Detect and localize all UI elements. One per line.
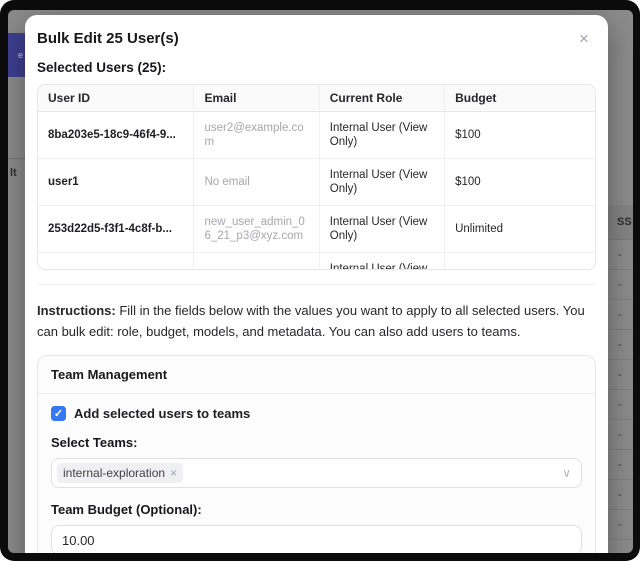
teams-multiselect[interactable]: internal-exploration × ∨ xyxy=(51,458,582,488)
background-table-cell: - xyxy=(608,300,633,330)
background-table-cell: - xyxy=(608,450,633,480)
cell-budget: Unlimited xyxy=(445,253,595,271)
column-header-budget: Budget xyxy=(445,85,595,112)
table-row: 5dbd2335-cdd6-47ca-b... inter Internal U… xyxy=(38,253,595,271)
background-table-cell: - xyxy=(608,510,633,540)
table-header-row: User ID Email Current Role Budget xyxy=(38,85,595,112)
cell-user-id: 8ba203e5-18c9-46f4-9... xyxy=(38,112,194,159)
cell-email: user2@example.com xyxy=(194,112,319,159)
cell-email: inter xyxy=(194,253,319,271)
checkbox-label[interactable]: Add selected users to teams xyxy=(74,406,250,421)
bulk-edit-modal: Bulk Edit 25 User(s) × Selected Users (2… xyxy=(25,15,608,553)
background-text-fragment: lt xyxy=(10,167,17,179)
cell-budget: $100 xyxy=(445,112,595,159)
cell-role: Internal User (View Only) xyxy=(319,159,444,206)
selected-team-tag: internal-exploration × xyxy=(57,463,183,483)
team-budget-label: Team Budget (Optional): xyxy=(51,502,582,517)
close-icon[interactable]: × xyxy=(574,29,594,49)
cell-email: No email xyxy=(194,159,319,206)
team-budget-input[interactable] xyxy=(51,525,582,553)
team-management-card: Team Management ✓ Add selected users to … xyxy=(37,355,596,553)
team-tag-label: internal-exploration xyxy=(63,466,165,480)
background-table-fragment: SS ----------- xyxy=(608,10,633,553)
checkbox-checked-icon[interactable]: ✓ xyxy=(51,406,66,421)
team-management-heading: Team Management xyxy=(38,356,595,394)
table-row: user1 No email Internal User (View Only)… xyxy=(38,159,595,206)
background-table-cell: - xyxy=(608,330,633,360)
background-table-cell: - xyxy=(608,480,633,510)
team-management-body: ✓ Add selected users to teams Select Tea… xyxy=(38,394,595,553)
table-row: 253d22d5-f3f1-4c8f-b... new_user_admin_0… xyxy=(38,206,595,253)
instructions-label: Instructions: xyxy=(37,303,116,318)
background-table-cell: - xyxy=(608,420,633,450)
background-table-cell: - xyxy=(608,540,633,553)
cell-role: Internal User (View Only) xyxy=(319,253,444,271)
table-row: 8ba203e5-18c9-46f4-9... user2@example.co… xyxy=(38,112,595,159)
background-table-rows: ----------- xyxy=(608,240,633,553)
cell-user-id: user1 xyxy=(38,159,194,206)
cell-user-id: 5dbd2335-cdd6-47ca-b... xyxy=(38,253,194,271)
remove-team-icon[interactable]: × xyxy=(170,466,177,480)
cell-user-id: 253d22d5-f3f1-4c8f-b... xyxy=(38,206,194,253)
cell-role: Internal User (View Only) xyxy=(319,112,444,159)
dimmed-backdrop: e lt SS ----------- Bulk Edit 25 User(s)… xyxy=(8,10,633,553)
background-column-header: SS xyxy=(608,205,633,240)
cell-role: Internal User (View Only) xyxy=(319,206,444,253)
background-table-cell: - xyxy=(608,240,633,270)
column-header-current-role: Current Role xyxy=(319,85,444,112)
cell-email: new_user_admin_06_21_p3@xyz.com xyxy=(194,206,319,253)
window-frame: e lt SS ----------- Bulk Edit 25 User(s)… xyxy=(0,0,640,561)
chevron-down-icon[interactable]: ∨ xyxy=(562,466,571,480)
background-table-cell: - xyxy=(608,270,633,300)
background-button-fragment: e xyxy=(8,33,25,77)
background-table-cell: - xyxy=(608,360,633,390)
background-table-cell: - xyxy=(608,390,633,420)
instructions-text: Instructions: Fill in the fields below w… xyxy=(37,300,596,342)
selected-users-heading: Selected Users (25): xyxy=(37,60,596,75)
add-users-to-teams-checkbox-row[interactable]: ✓ Add selected users to teams xyxy=(51,406,582,421)
cell-budget: Unlimited xyxy=(445,206,595,253)
modal-header: Bulk Edit 25 User(s) × xyxy=(37,30,596,47)
selected-users-table: User ID Email Current Role Budget 8ba203… xyxy=(37,84,596,270)
column-header-email: Email xyxy=(194,85,319,112)
section-divider xyxy=(37,284,596,285)
select-teams-label: Select Teams: xyxy=(51,435,582,450)
background-button-text: e xyxy=(18,50,23,60)
column-header-user-id: User ID xyxy=(38,85,194,112)
modal-title: Bulk Edit 25 User(s) xyxy=(37,30,596,47)
cell-budget: $100 xyxy=(445,159,595,206)
background-row-divider xyxy=(8,158,25,159)
